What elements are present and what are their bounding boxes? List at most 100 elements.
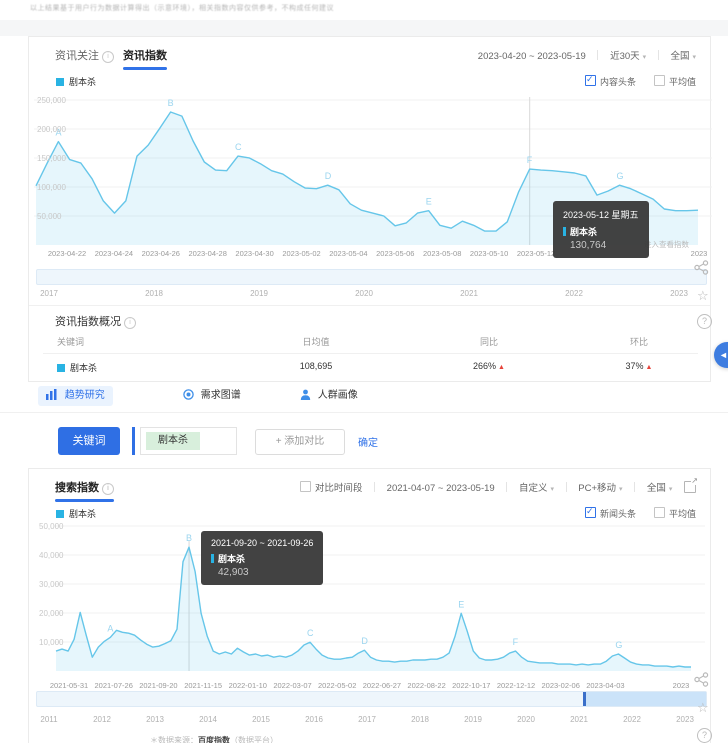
divider: [597, 50, 598, 60]
date-range-picker[interactable]: 2023-04-20 ~ 2023-05-19: [478, 51, 586, 62]
tab-news-attention[interactable]: 资讯关注i: [55, 47, 114, 63]
period-dropdown[interactable]: 近30天▾: [610, 51, 646, 62]
y-tick-label: 200,000: [37, 125, 66, 134]
slider-handle[interactable]: [583, 692, 586, 706]
panel1-tabs: 资讯关注i 资讯指数 2023-04-20 ~ 2023-05-19 近30天▾…: [29, 37, 710, 69]
x-tick-label: 2023-04-24: [95, 249, 133, 258]
feedback-bubble[interactable]: ◄: [714, 342, 728, 368]
panel2-tabs: 搜索指数i 对比时间段 2021-04-07 ~ 2023-05-19 自定义▾…: [29, 469, 710, 501]
year-axis: 2017201820192020202120222023: [29, 289, 710, 301]
search-index-chart[interactable]: ABCDEFG50,00040,00030,00020,00010,000: [29, 519, 712, 679]
year-label: 2019: [250, 289, 268, 298]
info-icon[interactable]: i: [102, 51, 114, 63]
keyword-input[interactable]: 剧本杀: [140, 427, 237, 455]
x-tick-label: 2022-05-02: [318, 681, 356, 690]
x-tick-label: 2022-10-17: [452, 681, 490, 690]
tab-search-index-label: 搜索指数: [55, 482, 99, 494]
footer-gray: ＊数据来源：: [150, 736, 198, 743]
range-type-dropdown[interactable]: 自定义▾: [519, 483, 554, 494]
x-tick-label: 2023-04-03: [586, 681, 624, 690]
x-tick-label: 2022-01-10: [229, 681, 267, 690]
tab-news-index[interactable]: 资讯指数: [123, 47, 167, 63]
keyword-swatch: [57, 364, 65, 372]
year-label: 2018: [411, 715, 429, 724]
active-tab-underline: [123, 67, 167, 70]
legend-label: 剧本杀: [69, 509, 96, 519]
info-icon[interactable]: i: [102, 483, 114, 495]
compare-period-checkbox[interactable]: 对比时间段: [300, 483, 363, 494]
star-icon[interactable]: ☆: [697, 700, 709, 716]
time-range-slider[interactable]: [36, 691, 707, 707]
region-value: 全国: [670, 51, 689, 62]
help-icon[interactable]: ?: [697, 314, 712, 329]
yoy-number: 266%: [473, 361, 496, 371]
y-tick-label: 20,000: [39, 609, 64, 618]
year-label: 2018: [145, 289, 163, 298]
divider: [374, 482, 375, 492]
mom-number: 37%: [626, 361, 644, 371]
page-strip: [0, 20, 728, 36]
time-range-slider[interactable]: [36, 269, 707, 285]
x-tick-label: 2023-05-06: [376, 249, 414, 258]
bar-chart-icon: [46, 388, 58, 408]
tab-search-index[interactable]: 搜索指数i: [55, 479, 114, 495]
toggle-内容头条[interactable]: 内容头条: [585, 77, 636, 87]
keyword-chip[interactable]: 剧本杀: [146, 432, 200, 450]
tooltip-keyword: 剧本杀: [570, 227, 597, 237]
toggle-新闻头条[interactable]: 新闻头条: [585, 509, 636, 519]
share-icon[interactable]: [694, 260, 709, 280]
legend-label: 剧本杀: [69, 77, 96, 87]
daily-average-value: 108,695: [300, 361, 333, 371]
region-dropdown[interactable]: 全国▾: [647, 483, 673, 494]
checkbox-icon: [585, 75, 596, 86]
info-icon[interactable]: i: [124, 317, 136, 329]
yoy-value: 266%▲: [473, 361, 505, 371]
year-label: 2020: [355, 289, 373, 298]
keyword-button[interactable]: 关键词: [58, 427, 120, 455]
add-compare-button[interactable]: + 添加对比: [255, 429, 345, 455]
star-icon[interactable]: ☆: [697, 288, 709, 304]
year-label: 2023: [670, 289, 688, 298]
legend-item: 剧本杀: [56, 75, 96, 88]
y-tick-label: 150,000: [37, 154, 66, 163]
share-icon[interactable]: [694, 672, 709, 692]
year-label: 2012: [93, 715, 111, 724]
x-tick-label: 2021-11-15: [184, 681, 222, 690]
x-tick-label: 2023-05-04: [329, 249, 367, 258]
toggle-平均值[interactable]: 平均值: [654, 509, 696, 519]
device-dropdown[interactable]: PC+移动▾: [578, 483, 622, 494]
chevron-down-icon: ▾: [550, 486, 554, 493]
x-tick-label: 2023-05-12: [517, 249, 555, 258]
year-label: 2013: [146, 715, 164, 724]
footer-gray2: （数据平台）: [230, 736, 278, 743]
date-range-picker[interactable]: 2021-04-07 ~ 2023-05-19: [387, 483, 495, 494]
column-header: 同比: [480, 335, 498, 348]
checkbox-icon: [654, 507, 665, 518]
nav-crowd-portrait[interactable]: 人群画像: [300, 386, 358, 406]
divider: [506, 482, 507, 492]
nav-trend-research[interactable]: 趋势研究: [38, 386, 113, 406]
x-tick-label: 2023-02-06: [542, 681, 580, 690]
marker-letter-C: C: [307, 628, 314, 638]
marker-letter-D: D: [361, 636, 368, 646]
toggle-平均值[interactable]: 平均值: [654, 77, 696, 87]
marker-letter-C: C: [235, 142, 242, 152]
chevron-down-icon: ▾: [669, 486, 673, 493]
nav-demand-map[interactable]: 需求图谱: [183, 386, 241, 406]
region-dropdown[interactable]: 全国▾: [670, 51, 696, 62]
checkbox-label: 平均值: [669, 77, 696, 87]
checkbox-label: 平均值: [669, 509, 696, 519]
enter-index-link[interactable]: 进入查看指数: [644, 239, 689, 250]
year-label: 2022: [623, 715, 641, 724]
external-link-icon[interactable]: [684, 481, 696, 493]
slider-selection[interactable]: [585, 692, 706, 706]
year-label: 2022: [565, 289, 583, 298]
year-label: 2023: [676, 715, 694, 724]
checkbox-icon: [585, 507, 596, 518]
help-icon[interactable]: ?: [697, 728, 712, 743]
year-label: 2021: [460, 289, 478, 298]
tooltip-series-bar: [563, 227, 566, 236]
column-header: 环比: [630, 335, 648, 348]
confirm-button[interactable]: 确定: [358, 434, 378, 449]
x-tick-label: 2023-05-08: [423, 249, 461, 258]
